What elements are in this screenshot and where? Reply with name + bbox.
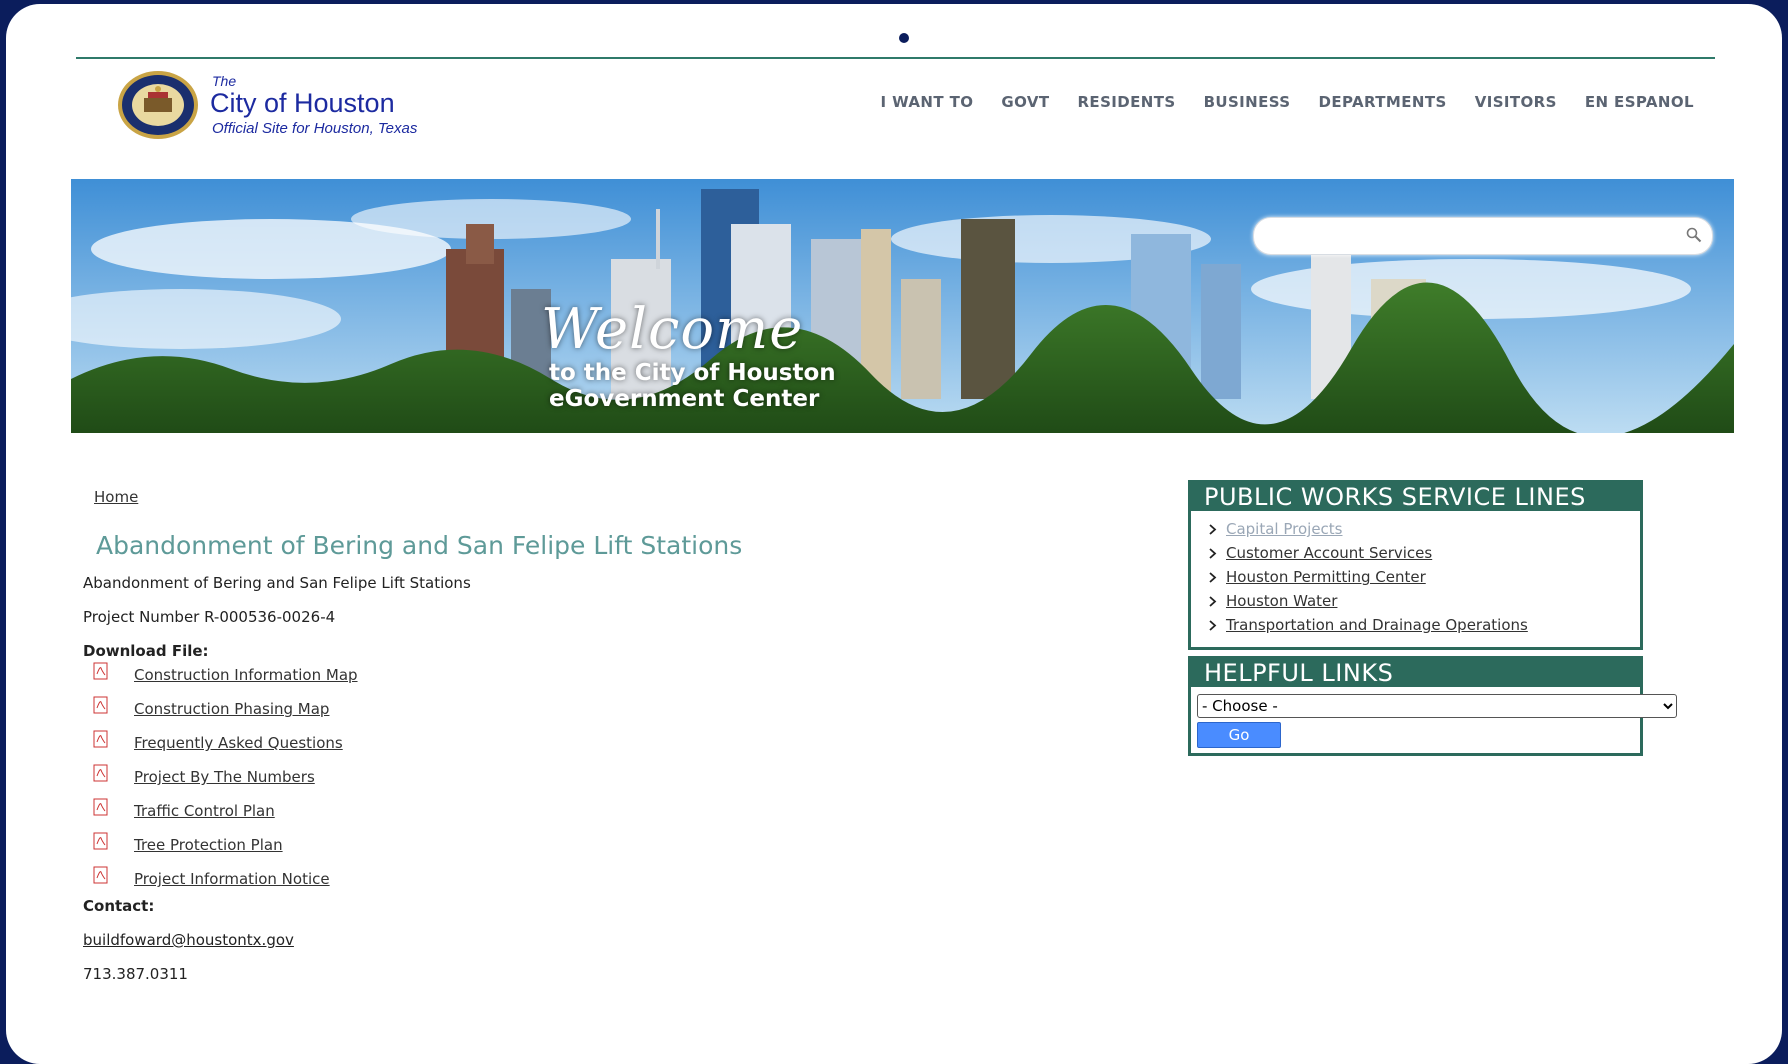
service-link-customer-account-services[interactable]: Customer Account Services: [1226, 544, 1432, 562]
download-file-list: Construction Information Map Constructio…: [93, 662, 358, 904]
list-item: Tree Protection Plan: [93, 832, 358, 870]
pdf-icon: [93, 798, 108, 816]
page-title: Abandonment of Bering and San Felipe Lif…: [96, 531, 743, 560]
service-link-transportation-drainage[interactable]: Transportation and Drainage Operations: [1226, 616, 1528, 634]
chevron-right-icon: [1209, 523, 1217, 535]
search-bar: [1253, 217, 1713, 255]
pdf-icon: [93, 730, 108, 748]
welcome-banner: Welcome to the City of Houston eGovernme…: [71, 179, 1734, 433]
file-link-tree-protection-plan[interactable]: Tree Protection Plan: [134, 836, 283, 854]
chevron-right-icon: [1209, 571, 1217, 583]
site-logo[interactable]: The City of Houston Official Site for Ho…: [116, 68, 417, 142]
file-link-project-information-notice[interactable]: Project Information Notice: [134, 870, 330, 888]
list-item: Construction Information Map: [93, 662, 358, 700]
helpful-links-select[interactable]: - Choose -: [1197, 694, 1677, 718]
logo-text: The City of Houston Official Site for Ho…: [210, 74, 417, 136]
file-link-traffic-control-plan[interactable]: Traffic Control Plan: [134, 802, 275, 820]
service-lines-panel: PUBLIC WORKS SERVICE LINES Capital Proje…: [1188, 480, 1643, 650]
helpful-links-title: HELPFUL LINKS: [1191, 659, 1640, 687]
list-item: Transportation and Drainage Operations: [1207, 613, 1640, 637]
nav-govt[interactable]: GOVT: [1001, 93, 1049, 111]
search-icon[interactable]: [1686, 227, 1702, 243]
list-item: Construction Phasing Map: [93, 696, 358, 734]
nav-residents[interactable]: RESIDENTS: [1077, 93, 1175, 111]
welcome-line-2: eGovernment Center: [549, 386, 820, 412]
logo-tagline: Official Site for Houston, Texas: [212, 120, 418, 137]
list-item: Capital Projects: [1207, 517, 1640, 541]
browser-frame: The City of Houston Official Site for Ho…: [6, 4, 1782, 1064]
pdf-icon: [93, 764, 108, 782]
city-seal-icon: [118, 71, 198, 139]
logo-the: The: [212, 73, 237, 89]
welcome-heading: Welcome: [541, 297, 804, 362]
chevron-right-icon: [1209, 595, 1217, 607]
contact-label: Contact:: [83, 897, 155, 915]
breadcrumb-home[interactable]: Home: [94, 488, 138, 506]
project-number: Project Number R-000536-0026-4: [83, 608, 336, 626]
nav-en-espanol[interactable]: EN ESPANOL: [1585, 93, 1694, 111]
nav-business[interactable]: BUSINESS: [1204, 93, 1291, 111]
service-link-houston-water[interactable]: Houston Water: [1226, 592, 1337, 610]
service-link-capital-projects[interactable]: Capital Projects: [1226, 520, 1343, 538]
download-label: Download File:: [83, 642, 209, 660]
logo-city-name: City of Houston: [210, 88, 395, 118]
main-nav: I WANT TO GOVT RESIDENTS BUSINESS DEPART…: [853, 93, 1695, 111]
contact-email-link[interactable]: buildfoward@houstontx.gov: [83, 931, 294, 949]
file-link-construction-information-map[interactable]: Construction Information Map: [134, 666, 358, 684]
pdf-icon: [93, 662, 108, 680]
file-link-faq[interactable]: Frequently Asked Questions: [134, 734, 343, 752]
service-lines-list: Capital Projects Customer Account Servic…: [1207, 517, 1640, 637]
header-rule: [76, 57, 1715, 59]
file-link-project-by-the-numbers[interactable]: Project By The Numbers: [134, 768, 315, 786]
chevron-right-icon: [1209, 619, 1217, 631]
list-item: Frequently Asked Questions: [93, 730, 358, 768]
service-lines-title: PUBLIC WORKS SERVICE LINES: [1191, 483, 1640, 511]
nav-i-want-to[interactable]: I WANT TO: [881, 93, 974, 111]
project-subtitle: Abandonment of Bering and San Felipe Lif…: [83, 574, 471, 592]
contact-phone: 713.387.0311: [83, 965, 188, 983]
pdf-icon: [93, 832, 108, 850]
list-item: Traffic Control Plan: [93, 798, 358, 836]
chevron-right-icon: [1209, 547, 1217, 559]
list-item: Houston Water: [1207, 589, 1640, 613]
welcome-text: Welcome to the City of Houston eGovernme…: [541, 297, 836, 414]
pdf-icon: [93, 866, 108, 884]
service-link-houston-permitting-center[interactable]: Houston Permitting Center: [1226, 568, 1426, 586]
helpful-links-panel: HELPFUL LINKS - Choose - Go: [1188, 656, 1677, 756]
list-item: Project By The Numbers: [93, 764, 358, 802]
nav-visitors[interactable]: VISITORS: [1475, 93, 1557, 111]
list-item: Customer Account Services: [1207, 541, 1640, 565]
pdf-icon: [93, 696, 108, 714]
nav-departments[interactable]: DEPARTMENTS: [1319, 93, 1447, 111]
file-link-construction-phasing-map[interactable]: Construction Phasing Map: [134, 700, 329, 718]
page-indicator-dot: [899, 33, 909, 43]
search-input[interactable]: [1268, 218, 1682, 254]
go-button[interactable]: Go: [1197, 722, 1281, 748]
list-item: Houston Permitting Center: [1207, 565, 1640, 589]
